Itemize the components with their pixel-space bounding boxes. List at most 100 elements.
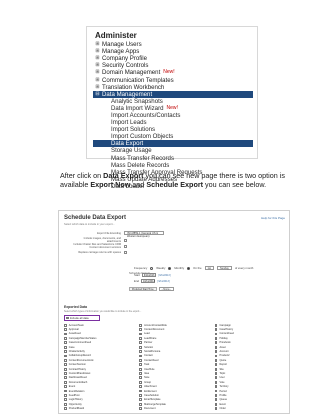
encoding-select[interactable]: ISO-8859-1 (General US & Western Europea…	[124, 231, 164, 238]
menu-item[interactable]: Data Export	[93, 140, 253, 148]
object-checkbox[interactable]	[214, 358, 218, 362]
object-checkbox[interactable]	[214, 394, 218, 397]
object-checkbox[interactable]	[214, 332, 218, 336]
object-checkbox[interactable]	[214, 363, 218, 367]
help-link[interactable]: Help for this Page	[261, 216, 285, 220]
object-checkbox[interactable]	[214, 407, 218, 411]
end-date-link[interactable]: [ 9/11/2013 ]	[157, 280, 170, 283]
menu-item[interactable]: ⊞ Manage Apps	[93, 48, 253, 55]
object-checkbox[interactable]	[64, 332, 67, 336]
object-checkbox[interactable]	[64, 350, 67, 353]
object-checkbox[interactable]	[64, 385, 67, 389]
object-checkbox[interactable]	[139, 323, 143, 327]
object-checkbox[interactable]	[139, 363, 143, 367]
object-checkbox[interactable]	[64, 367, 67, 371]
object-checkbox[interactable]	[139, 358, 143, 362]
object-checkbox[interactable]	[214, 341, 218, 345]
object-checkbox[interactable]	[139, 380, 143, 384]
object-checkbox[interactable]	[64, 402, 67, 406]
end-date-input[interactable]: 10/11/2013	[140, 279, 155, 283]
expand-icon[interactable]: ⊞	[93, 62, 102, 69]
menu-item[interactable]: ⊞ Domain Management New!	[93, 69, 253, 76]
menu-item[interactable]: Import Accounts/Contacts	[93, 112, 253, 119]
expand-icon[interactable]: ⊞	[93, 84, 102, 91]
object-checkbox[interactable]	[214, 323, 218, 327]
object-checkbox[interactable]	[214, 372, 218, 375]
object-checkbox[interactable]	[214, 389, 218, 393]
object-checkbox[interactable]	[139, 372, 143, 375]
object-checkbox[interactable]	[214, 385, 218, 389]
object-checkbox[interactable]	[139, 398, 143, 402]
object-checkbox[interactable]	[64, 376, 67, 380]
menu-item[interactable]: ⊟ Data Management	[93, 90, 253, 98]
object-checkbox[interactable]	[64, 341, 67, 345]
object-checkbox[interactable]	[139, 367, 143, 371]
menu-item[interactable]: Import Leads	[93, 119, 253, 126]
weekly-radio[interactable]	[150, 266, 154, 270]
expand-icon[interactable]: ⊞	[93, 41, 102, 48]
object-checkbox[interactable]	[214, 328, 218, 331]
object-checkbox[interactable]	[214, 380, 218, 384]
preferred-start-select[interactable]: --None--	[158, 287, 175, 291]
include-images-checkbox[interactable]	[124, 238, 127, 242]
object-checkbox[interactable]	[139, 345, 143, 349]
object-checkbox[interactable]	[64, 398, 67, 402]
expand-icon[interactable]: ⊞	[93, 48, 102, 55]
object-checkbox[interactable]	[214, 398, 218, 402]
object-checkbox[interactable]	[64, 394, 67, 397]
include-all-data-option[interactable]: Include all data	[64, 315, 100, 321]
object-checkbox[interactable]	[139, 350, 143, 353]
collapse-icon[interactable]: ⊟	[93, 91, 102, 98]
object-option[interactable]: Document	[139, 406, 210, 410]
object-checkbox[interactable]	[139, 394, 143, 397]
replace-carriage-checkbox[interactable]	[124, 251, 127, 254]
object-checkbox[interactable]	[64, 363, 67, 367]
object-checkbox[interactable]	[214, 350, 218, 353]
object-checkbox[interactable]	[139, 332, 143, 336]
object-checkbox[interactable]	[64, 354, 67, 358]
menu-item[interactable]: Mass Delete Records	[93, 162, 253, 169]
menu-item[interactable]: Analytic Snapshots	[93, 98, 253, 105]
menu-item[interactable]: Data Import Wizard New!	[93, 105, 253, 112]
include-chatter-checkbox[interactable]	[124, 244, 127, 248]
expand-icon[interactable]: ⊞	[93, 69, 102, 76]
object-checkbox[interactable]	[139, 354, 143, 358]
object-checkbox[interactable]	[64, 389, 67, 393]
object-checkbox[interactable]	[214, 376, 218, 380]
menu-item[interactable]: Storage Usage	[93, 147, 253, 154]
object-checkbox[interactable]	[64, 345, 67, 349]
object-option[interactable]: Order	[214, 406, 286, 411]
object-checkbox[interactable]	[139, 328, 143, 331]
object-checkbox[interactable]	[139, 376, 143, 380]
object-checkbox[interactable]	[64, 380, 67, 384]
menu-item[interactable]: Import Custom Objects	[93, 133, 253, 140]
menu-item[interactable]: Import Solutions	[93, 126, 253, 133]
object-checkbox[interactable]	[139, 336, 143, 340]
menu-item[interactable]: ⊞ Translation Workbench	[93, 84, 253, 91]
menu-item[interactable]: ⊞ Communication Templates	[93, 76, 253, 84]
object-checkbox[interactable]	[64, 323, 67, 327]
menu-item[interactable]: ⊞ Security Controls	[93, 62, 253, 69]
object-option[interactable]: ProductBoard	[64, 406, 135, 410]
object-checkbox[interactable]	[64, 336, 67, 340]
monthly-radio[interactable]	[168, 266, 172, 270]
object-checkbox[interactable]	[64, 358, 67, 362]
menu-item[interactable]: ⊞ Manage Users	[93, 41, 253, 48]
object-checkbox[interactable]	[139, 389, 143, 393]
ordinal-select[interactable]: 1st	[204, 266, 215, 270]
object-checkbox[interactable]	[139, 385, 143, 389]
start-date-link[interactable]: [ 9/11/2013 ]	[158, 274, 171, 277]
object-checkbox[interactable]	[214, 367, 218, 371]
object-checkbox[interactable]	[214, 336, 218, 340]
object-checkbox[interactable]	[214, 354, 218, 358]
include-all-checkbox[interactable]	[66, 316, 69, 320]
on-the-radio[interactable]	[187, 266, 191, 270]
object-checkbox[interactable]	[214, 345, 218, 349]
day-select[interactable]: Sunday	[217, 266, 232, 270]
object-checkbox[interactable]	[64, 407, 67, 411]
object-checkbox[interactable]	[139, 407, 143, 411]
expand-icon[interactable]: ⊞	[93, 55, 102, 62]
object-checkbox[interactable]	[139, 402, 143, 406]
object-checkbox[interactable]	[64, 328, 67, 331]
expand-icon[interactable]: ⊞	[93, 77, 102, 84]
